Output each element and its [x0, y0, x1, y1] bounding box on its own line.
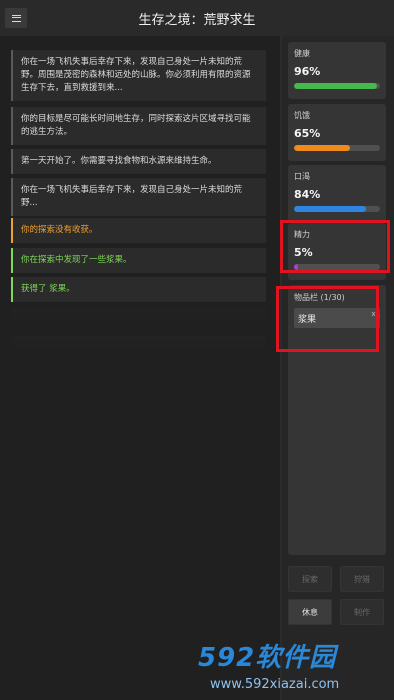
hunger-bar-fill [294, 145, 350, 151]
watermark-url: www.592xiazai.com [210, 677, 340, 692]
craft-button[interactable]: 制作 [340, 599, 384, 625]
log-entry: 第一天开始了。你需要寻找食物和水源来维持生命。 [11, 149, 266, 174]
hunt-button[interactable]: 狩猎 [340, 566, 384, 592]
highlight-box [276, 286, 379, 352]
log-entry-success: 你在探索中发现了一些浆果。 [11, 248, 266, 273]
stat-value: 84% [294, 188, 321, 201]
stat-hunger: 饥饿 65% [288, 104, 386, 161]
stat-value: 96% [294, 65, 321, 78]
event-log[interactable]: 你在一场飞机失事后幸存下来，发现自己身处一片未知的荒野。周围是茂密的森林和远处的… [0, 36, 282, 700]
log-placeholder [11, 308, 266, 328]
health-bar [294, 83, 380, 89]
stat-thirst: 口渴 84% [288, 165, 386, 222]
log-entry-warning: 你的探索没有收获。 [11, 218, 266, 243]
stat-label: 口渴 [294, 172, 310, 181]
watermark: 592软件园 www.592xiazai.com [198, 637, 394, 700]
status-sidebar: 健康 96% 饥饿 65% 口渴 84% 精力 5% 物品栏 (1/30) 浆果… [282, 36, 394, 700]
thirst-bar-fill [294, 206, 367, 212]
health-bar-fill [294, 83, 377, 89]
log-entry: 你的目标是尽可能长时间地生存，同时探索这片区域寻找可能的逃生方法。 [11, 107, 266, 145]
stat-health: 健康 96% [288, 42, 386, 99]
stat-label: 饥饿 [294, 111, 310, 120]
stat-value: 65% [294, 127, 321, 140]
stat-label: 健康 [294, 49, 310, 58]
hunger-bar [294, 145, 380, 151]
game-app: 生存之境：荒野求生 你在一场飞机失事后幸存下来，发现自己身处一片未知的荒野。周围… [0, 0, 394, 700]
log-entry: 你在一场飞机失事后幸存下来，发现自己身处一片未知的荒野... [11, 178, 266, 216]
page-title: 生存之境：荒野求生 [138, 13, 256, 28]
watermark-logo: 592软件园 [198, 643, 337, 673]
top-bar: 生存之境：荒野求生 [0, 0, 394, 37]
explore-button[interactable]: 探索 [288, 566, 332, 592]
log-entry: 你在一场飞机失事后幸存下来，发现自己身处一片未知的荒野。周围是茂密的森林和远处的… [11, 50, 266, 101]
thirst-bar [294, 206, 380, 212]
rest-button[interactable]: 休息 [288, 599, 332, 625]
log-placeholder [11, 336, 266, 356]
log-entry-success: 获得了 浆果。 [11, 277, 266, 302]
highlight-box [280, 220, 390, 273]
